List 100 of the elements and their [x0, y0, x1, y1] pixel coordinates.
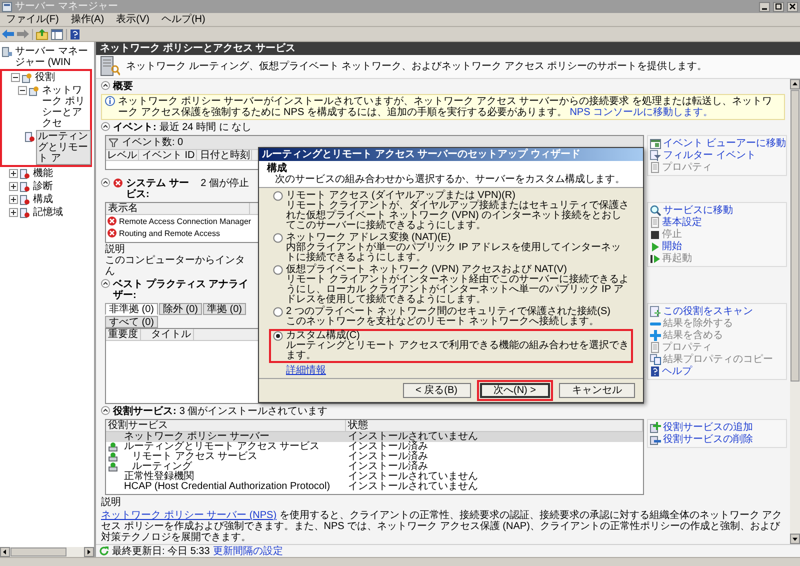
collapse-icon[interactable] [101, 178, 110, 187]
description-text: ネットワーク ポリシー サーバー (NPS) を使用すると、クライアントの正常性、接続要求の認証、接続要求の承認に対する組織全体のネットワーク アクセス ポリシーを作成および強制できます。また、NPS では、ネットワーク アクセス保護 (NAP)、クライアントの正常性ポリシーの作成と強制、および対策テクノロジを展開できます。 [101, 510, 784, 543]
more-info-link[interactable]: 詳細情報 [286, 366, 326, 376]
maximize-button[interactable] [773, 2, 784, 12]
option-description: 内部クライアントが単一のパブリック IP アドレスを使用してインターネットに接続できるようにします。 [286, 243, 622, 263]
expand-icon[interactable] [9, 182, 18, 191]
collapse-icon[interactable] [101, 122, 110, 131]
tab[interactable]: 準拠 (0) [203, 303, 246, 315]
dialog-title: ルーティングとリモート アクセス サーバーのセットアップ ウィザード [259, 148, 643, 161]
tree-item[interactable]: サーバー マネージャー (WIN [14, 46, 92, 68]
tree-item[interactable]: 機能 [32, 168, 54, 179]
column-header[interactable]: 日付と時刻 [198, 150, 252, 160]
table-cell[interactable]: ルーティングとリモート アクセス サービス [120, 442, 320, 452]
tree-item[interactable]: 記憶域 [32, 207, 64, 218]
add-role-icon [650, 422, 661, 433]
table-cell[interactable]: HCAP (Host Credential Authorization Protocol) [120, 482, 330, 492]
tree-item[interactable]: 構成 [32, 194, 54, 205]
copy-icon [650, 354, 661, 365]
column-header[interactable]: 表示名 [106, 203, 250, 214]
restart-icon [650, 254, 660, 264]
column-header[interactable]: レベル [106, 150, 139, 160]
horizontal-scrollbar[interactable] [0, 547, 94, 557]
info-icon [105, 96, 115, 106]
action-link[interactable]: 開始 [650, 241, 784, 252]
back-arrow-icon[interactable] [2, 29, 14, 39]
expand-icon[interactable] [9, 208, 18, 217]
column-header[interactable]: イベント ID [141, 150, 197, 160]
window-title: サーバー マネージャー [15, 1, 118, 12]
dialog-subheading: 次のサービスの組み合わせから選択するか、サーバーをカスタム構成します。 [274, 174, 625, 185]
radio-button[interactable] [273, 233, 283, 243]
filter-icon[interactable] [109, 138, 118, 147]
close-button[interactable] [787, 2, 798, 12]
menu-item[interactable]: ヘルプ(H) [159, 14, 208, 25]
section-title: ベスト プラクティス アナライザー: [113, 279, 249, 301]
tree-item[interactable]: 役割 [34, 72, 56, 83]
radio-button[interactable] [273, 191, 283, 201]
action-link[interactable]: 役割サービスの追加 [650, 422, 784, 433]
table-cell[interactable]: 正常性登録機関 [120, 472, 194, 482]
router-icon [25, 132, 35, 142]
tree-item[interactable]: 診断 [32, 181, 54, 192]
play-icon [650, 242, 660, 252]
table-cell-text: インストール済み [347, 462, 429, 472]
option-description: リモート クライアントが、ダイヤルアップ接続またはセキュリティで保護された仮想プライベート ネットワーク (VPN) のインターネット接続をとおしてこのサーバーに接続できるようにします。 [286, 201, 629, 231]
table-cell[interactable]: リモート アクセス サービス [120, 452, 258, 462]
tree-item[interactable]: ルーティングとリモート ア [37, 131, 90, 164]
refresh-icon[interactable] [99, 546, 109, 556]
console-tree-icon[interactable] [51, 28, 63, 40]
dialog-button[interactable]: < 戻る(B) [402, 383, 470, 398]
radio-button[interactable] [273, 331, 283, 341]
computer-icon [2, 47, 12, 57]
action-link[interactable]: ヘルプ [650, 366, 784, 377]
tab[interactable]: すべて (0) [105, 316, 158, 328]
tab[interactable]: 除外 (0) [159, 303, 202, 315]
router-icon [20, 208, 30, 218]
action-link[interactable]: サービスに移動 [650, 205, 784, 216]
collapse-icon[interactable] [101, 81, 110, 90]
vertical-scrollbar[interactable] [790, 79, 800, 544]
menu-item[interactable]: ファイル(F) [4, 14, 61, 25]
refresh-settings-link[interactable]: 更新間隔の設定 [212, 546, 283, 556]
last-updated: 最終更新日: 今日 5:33 [112, 546, 210, 556]
dialog-button[interactable]: 次へ(N) > [480, 383, 550, 398]
column-header[interactable]: 状態 [346, 420, 643, 431]
dialog-button[interactable]: キャンセル [559, 383, 635, 398]
expand-icon[interactable] [9, 195, 18, 204]
content-description: ネットワーク ルーティング、仮想プライベート ネットワーク、およびネットワーク アクセス ポリシーのサポートを提供します。 [126, 61, 708, 72]
scan-icon [650, 306, 661, 317]
collapse-icon[interactable] [18, 86, 27, 95]
action-link[interactable]: フィルター イベント [650, 150, 784, 161]
action-link[interactable]: 基本設定 [650, 217, 784, 228]
expand-icon[interactable] [9, 169, 18, 178]
table-cell-text: インストール済み [347, 452, 429, 462]
column-header[interactable]: 重要度 [106, 329, 141, 340]
nps-console-link[interactable]: NPS コンソールに移動します。 [570, 107, 714, 118]
column-header[interactable]: タイトル [149, 329, 194, 340]
action-link[interactable]: イベント ビューアーに移動 [650, 138, 784, 149]
collapse-icon[interactable] [101, 279, 110, 288]
page-icon [650, 217, 660, 228]
tree-item[interactable]: ネットワーク ポリシーとアクセ [41, 85, 90, 129]
radio-button[interactable] [273, 265, 283, 275]
action-link[interactable]: 役割サービスの削除 [650, 434, 784, 445]
option-label: リモート アクセス (ダイヤルアップまたは VPN)(R) [286, 191, 516, 201]
collapse-icon[interactable] [101, 406, 110, 415]
minimize-button[interactable] [759, 2, 770, 12]
menu-item[interactable]: 操作(A) [68, 14, 106, 25]
menu-item[interactable]: 表示(V) [114, 14, 152, 25]
tab[interactable]: 非準拠 (0) [105, 303, 158, 315]
help-icon[interactable] [70, 28, 80, 40]
section-summary: 3 個がインストールされています [179, 406, 328, 417]
snap-in-icon [29, 86, 39, 96]
section-summary: 2 個が停止 [200, 178, 249, 189]
radio-button[interactable] [273, 307, 283, 317]
table-cell[interactable]: ルーティング [120, 462, 192, 472]
action-link[interactable]: この役割をスキャン [650, 306, 784, 317]
nps-link[interactable]: ネットワーク ポリシー サーバー (NPS) [101, 510, 277, 521]
description-text: このコンピューターからインタ [105, 255, 245, 266]
description-label: 説明 [105, 243, 125, 255]
window-icon [2, 2, 12, 12]
section-title: イベント: [113, 122, 156, 133]
page-icon [650, 162, 660, 173]
collapse-icon[interactable] [11, 73, 20, 82]
